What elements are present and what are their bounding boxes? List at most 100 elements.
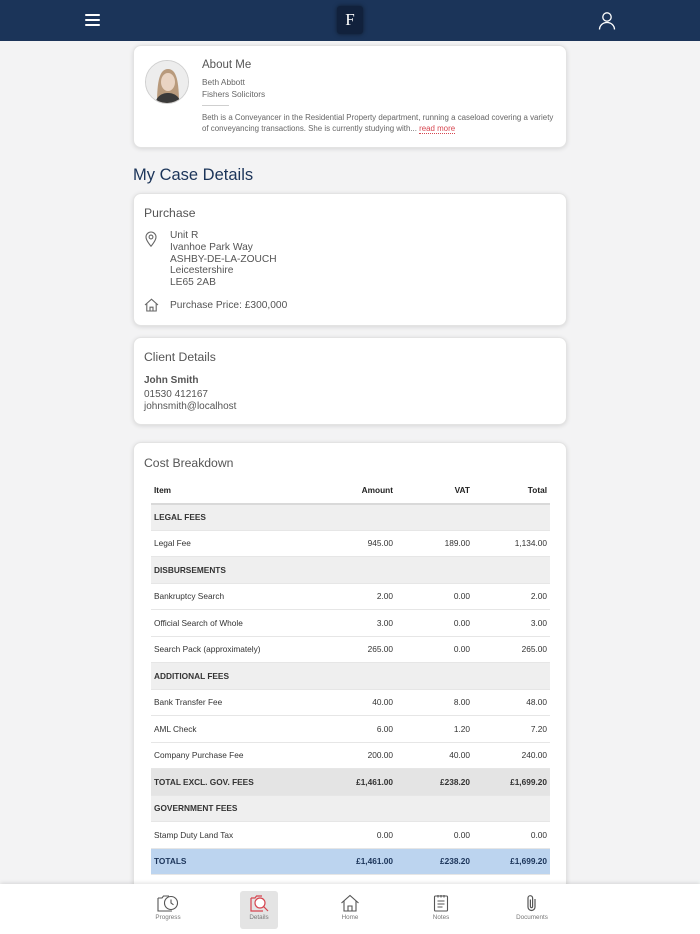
nav-label: Progress (155, 914, 181, 921)
menu-icon[interactable] (85, 13, 100, 26)
cell-total: £1,699.20 (473, 768, 550, 796)
table-header-row: Item Amount VAT Total (151, 477, 550, 505)
cell-item: DISBURSEMENTS (151, 556, 316, 584)
property-address: Unit R Ivanhoe Park Way ASHBY-DE-LA-ZOUC… (170, 230, 277, 289)
nav-label: Details (249, 914, 269, 921)
cell-vat (396, 503, 473, 531)
nav-notes[interactable]: Notes (422, 891, 460, 929)
table-row: Bankruptcy Search 2.00 0.00 2.00 (151, 583, 550, 610)
client-name: John Smith (144, 375, 199, 386)
purchase-title: Purchase (144, 206, 196, 220)
client-details-title: Client Details (144, 350, 216, 364)
nav-label: Home (341, 914, 359, 921)
cell-total (473, 556, 550, 584)
cell-amount: 40.00 (316, 689, 396, 716)
address-line: Unit R (170, 230, 199, 241)
cell-amount: £1,461.00 (316, 848, 396, 875)
bottom-nav: Progress Details Home Notes Documents (0, 884, 700, 934)
cell-amount: 265.00 (316, 636, 396, 663)
cell-amount: 6.00 (316, 715, 396, 743)
cell-item: ADDITIONAL FEES (151, 662, 316, 690)
cell-item: Bankruptcy Search (151, 583, 316, 610)
cell-item: TOTALS (151, 848, 316, 875)
cell-vat: £238.20 (396, 848, 473, 875)
nav-label: Documents (516, 914, 548, 921)
cell-vat (396, 556, 473, 584)
firm-logo[interactable]: F (337, 6, 363, 34)
column-header-total: Total (473, 477, 550, 505)
client-details-card: Client Details John Smith 01530 412167 j… (133, 337, 567, 425)
subtotal-row: TOTAL EXCL. GOV. FEES £1,461.00 £238.20 £1,… (151, 768, 550, 796)
cell-vat: 189.00 (396, 530, 473, 557)
cell-amount: 200.00 (316, 742, 396, 769)
location-pin-icon (145, 231, 157, 248)
cell-item: TOTAL EXCL. GOV. FEES (151, 768, 316, 796)
cell-total (473, 795, 550, 822)
notes-icon (433, 895, 449, 912)
address-line: Ivanhoe Park Way (170, 241, 253, 253)
table-row: Official Search of Whole 3.00 0.00 3.00 (151, 609, 550, 637)
nav-label: Notes (432, 914, 450, 921)
cell-vat: £238.20 (396, 768, 473, 796)
column-header-item: Item (151, 477, 316, 505)
address-line: LE65 2AB (170, 277, 216, 289)
read-more-link[interactable]: read more (419, 124, 456, 134)
documents-icon (527, 895, 536, 912)
table-row: Bank Transfer Fee 40.00 8.00 48.00 (151, 689, 550, 716)
user-icon[interactable] (598, 11, 616, 30)
avatar (145, 60, 189, 104)
cell-total: 2.00 (473, 583, 550, 610)
column-header-vat: VAT (396, 477, 473, 505)
cell-amount: 3.00 (316, 609, 396, 637)
cell-total: 240.00 (473, 742, 550, 769)
divider (202, 105, 229, 106)
cell-amount: 0.00 (316, 821, 396, 849)
conveyancer-name: Beth Abbott (202, 77, 245, 87)
cell-vat (396, 662, 473, 690)
progress-icon (157, 895, 179, 912)
table-row: Search Pack (approximately) 265.00 0.00 265… (151, 636, 550, 663)
cell-item: Stamp Duty Land Tax (151, 821, 316, 849)
nav-documents[interactable]: Documents (513, 891, 551, 929)
cell-amount (316, 662, 396, 690)
cell-amount (316, 795, 396, 822)
cell-total: 7.20 (473, 715, 550, 743)
cell-amount (316, 556, 396, 584)
cell-amount: £1,461.00 (316, 768, 396, 796)
nav-details[interactable]: Details (240, 891, 278, 929)
cell-vat: 1.20 (396, 715, 473, 743)
address-line: Leicestershire (170, 265, 234, 277)
top-bar: F (0, 0, 700, 41)
cell-total: 3.00 (473, 609, 550, 637)
purchase-price: Purchase Price: £300,000 (170, 300, 288, 311)
client-email: johnsmith@localhost (144, 401, 237, 412)
table-row: Legal Fee 945.00 189.00 1,134.00 (151, 530, 550, 557)
cell-vat: 0.00 (396, 636, 473, 663)
cell-amount (316, 503, 396, 531)
section-header-row: LEGAL FEES (151, 503, 550, 531)
nav-home[interactable]: Home (331, 891, 369, 929)
cell-item: Bank Transfer Fee (151, 689, 316, 716)
house-icon (144, 298, 159, 312)
cell-vat (396, 795, 473, 822)
cell-vat: 0.00 (396, 609, 473, 637)
section-header-row: GOVERNMENT FEES (151, 795, 550, 822)
bio-text: Beth is a Conveyancer in the Residential… (202, 113, 554, 133)
client-phone: 01530 412167 (144, 389, 208, 400)
cost-breakdown-card: Cost Breakdown Item Amount VAT Total LEG… (133, 442, 567, 902)
cell-vat: 0.00 (396, 821, 473, 849)
cell-item: Company Purchase Fee (151, 742, 316, 769)
cell-amount: 945.00 (316, 530, 396, 557)
cell-item: Official Search of Whole (151, 609, 316, 637)
cell-total: 265.00 (473, 636, 550, 663)
about-me-card: About Me Beth Abbott Fishers Solicitors … (133, 45, 567, 148)
cell-item: GOVERNMENT FEES (151, 795, 316, 822)
nav-progress[interactable]: Progress (149, 891, 187, 929)
cell-item: Search Pack (approximately) (151, 636, 316, 663)
page-title: My Case Details (133, 166, 254, 184)
table-row: Company Purchase Fee 200.00 40.00 240.00 (151, 742, 550, 769)
about-title: About Me (202, 59, 252, 71)
cell-vat: 40.00 (396, 742, 473, 769)
purchase-card: Purchase Unit R Ivanhoe Park Way ASHBY-D… (133, 193, 567, 326)
cell-amount: 2.00 (316, 583, 396, 610)
